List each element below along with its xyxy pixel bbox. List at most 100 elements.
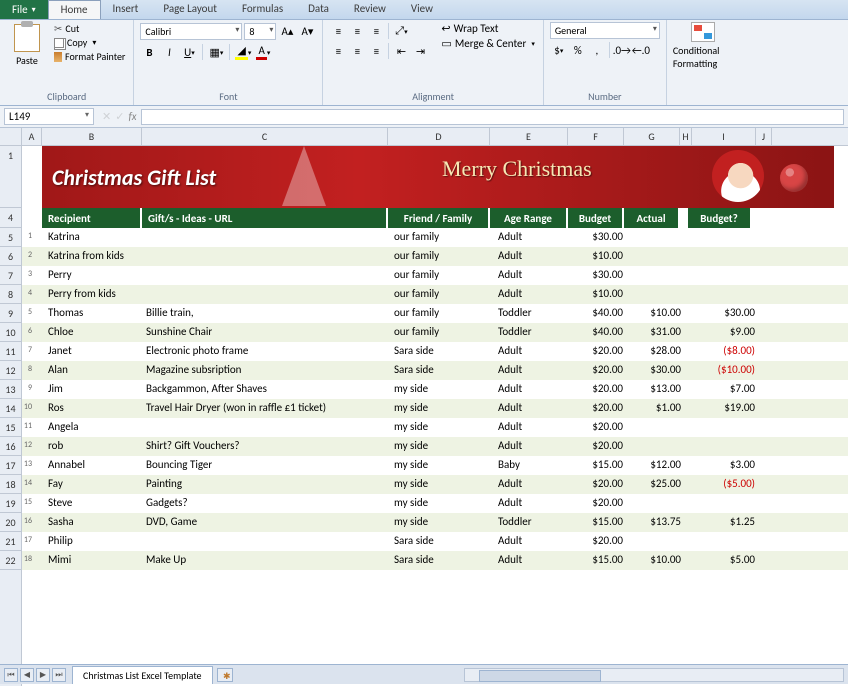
cell-age[interactable]: Adult [492,437,572,456]
cell-recipient[interactable]: Chloe [42,323,140,342]
cell-actual[interactable] [630,285,688,304]
file-tab[interactable]: File [0,0,48,19]
table-row[interactable]: 3Perryour familyAdult$30.00 [22,266,848,285]
cell-gift[interactable]: Shirt? Gift Vouchers? [140,437,388,456]
cell-budget[interactable]: $20.00 [572,475,630,494]
table-row[interactable]: 6ChloeSunshine Chairour familyToddler$40… [22,323,848,342]
tab-formulas[interactable]: Formulas [230,0,296,19]
table-row[interactable]: 18MimiMake UpSara sideAdult$15.00$10.00$… [22,551,848,570]
name-box[interactable]: L149 [4,108,94,125]
cell-budget-diff[interactable] [696,437,762,456]
cell-actual[interactable] [630,418,688,437]
cell-gift[interactable] [140,266,388,285]
col-header-C[interactable]: C [142,128,388,145]
hdr-budget[interactable]: Budget [568,208,624,228]
tab-page-layout[interactable]: Page Layout [151,0,230,19]
cell-recipient[interactable]: Annabel [42,456,140,475]
row-header-10[interactable]: 10 [0,323,21,342]
cell-friend-family[interactable]: my side [388,399,492,418]
col-header-B[interactable]: B [42,128,142,145]
font-color-button[interactable]: A▾ [254,43,272,61]
cell-age[interactable]: Toddler [492,513,572,532]
cell-budget[interactable]: $20.00 [572,380,630,399]
cell-recipient[interactable]: Philip [42,532,140,551]
cell-budget-diff[interactable] [696,266,762,285]
cell-friend-family[interactable]: my side [388,380,492,399]
tab-data[interactable]: Data [296,0,342,19]
cell-budget-diff[interactable]: $7.00 [696,380,762,399]
cell-recipient[interactable]: Perry [42,266,140,285]
sheet-nav-next[interactable]: ▶ [36,668,50,682]
cell-budget[interactable]: $15.00 [572,551,630,570]
table-row[interactable]: 14FayPaintingmy sideAdult$20.00$25.00($5… [22,475,848,494]
row-header-9[interactable]: 9 [0,304,21,323]
table-row[interactable]: 5ThomasBillie train,our familyToddler$40… [22,304,848,323]
cell-budget-diff[interactable]: ($5.00) [696,475,762,494]
cell-budget[interactable]: $20.00 [572,494,630,513]
cell-recipient[interactable]: Perry from kids [42,285,140,304]
paste-button[interactable]: Paste [6,22,48,67]
cell-budget-diff[interactable]: $9.00 [696,323,762,342]
row-header-4[interactable]: 4 [0,208,21,228]
decrease-indent-button[interactable]: ⇤ [392,42,410,60]
hdr-actual[interactable]: Actual [624,208,680,228]
col-header-I[interactable]: I [692,128,756,145]
cell-gift[interactable]: Travel Hair Dryer (won in raffle £1 tick… [140,399,388,418]
cell-friend-family[interactable]: our family [388,228,492,247]
table-row[interactable]: 15SteveGadgets?my sideAdult$20.00 [22,494,848,513]
cell-friend-family[interactable]: my side [388,418,492,437]
cell-age[interactable]: Adult [492,361,572,380]
cell-age[interactable]: Adult [492,342,572,361]
row-header-14[interactable]: 14 [0,399,21,418]
cell-recipient[interactable]: Janet [42,342,140,361]
increase-decimal-button[interactable]: .0→ [613,41,631,59]
cell-actual[interactable]: $10.00 [630,304,688,323]
cell-budget[interactable]: $10.00 [572,247,630,266]
cell-budget[interactable]: $20.00 [572,399,630,418]
cell-friend-family[interactable]: our family [388,266,492,285]
cell-gift[interactable]: Bouncing Tiger [140,456,388,475]
table-row[interactable]: 2Katrina from kidsour familyAdult$10.00 [22,247,848,266]
row-header-22[interactable]: 22 [0,551,21,570]
merge-center-button[interactable]: ▭Merge & Center▾ [439,37,536,50]
cell-budget-diff[interactable] [696,247,762,266]
row-header-21[interactable]: 21 [0,532,21,551]
cell-budget-diff[interactable]: $1.25 [696,513,762,532]
comma-button[interactable]: , [588,41,606,59]
cell-recipient[interactable]: Fay [42,475,140,494]
row-header-5[interactable]: 5 [0,228,21,247]
cell-budget-diff[interactable] [696,285,762,304]
cell-recipient[interactable]: Ros [42,399,140,418]
cell-friend-family[interactable]: my side [388,456,492,475]
sheet-nav-prev[interactable]: ◀ [20,668,34,682]
table-row[interactable]: 4Perry from kidsour familyAdult$10.00 [22,285,848,304]
font-size-select[interactable]: 8 [244,23,276,40]
col-header-A[interactable]: A [22,128,42,145]
cell-age[interactable]: Adult [492,247,572,266]
tab-review[interactable]: Review [342,0,399,19]
sheet-nav-first[interactable]: ⏮ [4,668,18,682]
align-top-button[interactable]: ≡ [329,22,347,40]
cell-actual[interactable]: $31.00 [630,323,688,342]
underline-button[interactable]: U▾ [180,43,198,61]
cell-gift[interactable] [140,532,388,551]
table-row[interactable]: 7JanetElectronic photo frameSara sideAdu… [22,342,848,361]
cell-gift[interactable]: Magazine subsription [140,361,388,380]
cell-age[interactable]: Adult [492,494,572,513]
table-row[interactable]: 9JimBackgammon, After Shavesmy sideAdult… [22,380,848,399]
font-name-select[interactable]: Calibri [140,23,242,40]
hdr-age[interactable]: Age Range [490,208,568,228]
cell-friend-family[interactable]: my side [388,494,492,513]
cell-friend-family[interactable]: our family [388,304,492,323]
cell-actual[interactable] [630,266,688,285]
cell-budget[interactable]: $15.00 [572,456,630,475]
align-right-button[interactable]: ≡ [367,42,385,60]
row-header-20[interactable]: 20 [0,513,21,532]
sheet-tab-active[interactable]: Christmas List Excel Template [72,666,213,684]
cell-gift[interactable]: DVD, Game [140,513,388,532]
row-header-7[interactable]: 7 [0,266,21,285]
fx-icon[interactable]: fx [128,110,136,123]
cell-budget-diff[interactable]: ($8.00) [696,342,762,361]
cell-budget-diff[interactable] [696,418,762,437]
horizontal-scrollbar[interactable] [464,668,844,682]
